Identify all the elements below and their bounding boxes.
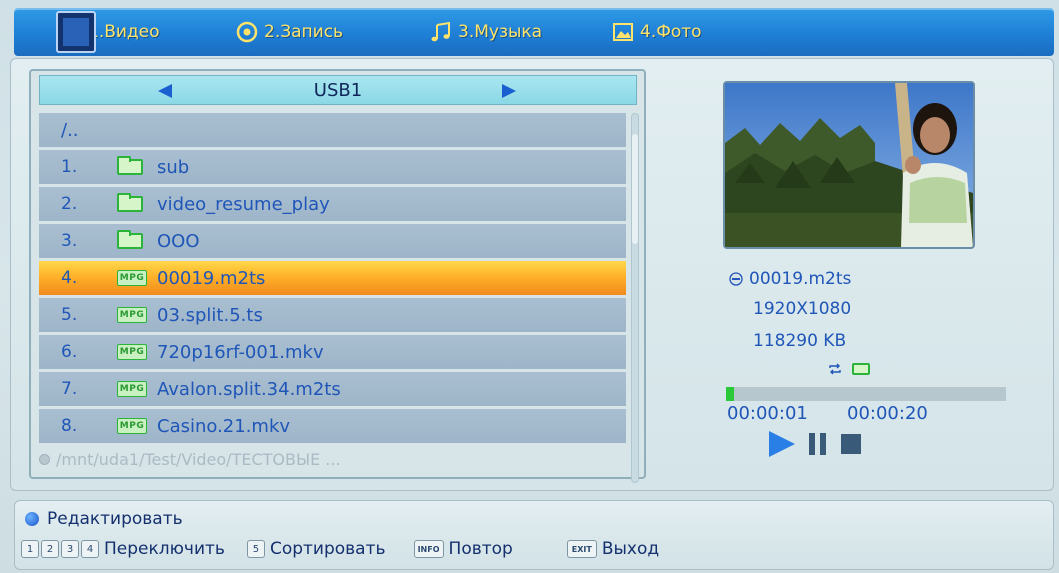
repeat-label: Повтор bbox=[448, 539, 513, 559]
tab-video[interactable]: 1.Видео bbox=[56, 8, 160, 56]
file-name: video_resume_play bbox=[157, 193, 330, 215]
device-name: USB1 bbox=[313, 79, 363, 101]
preview-image bbox=[725, 83, 973, 247]
file-name: 03.split.5.ts bbox=[157, 304, 263, 326]
preview-filename-text: 00019.m2ts bbox=[749, 269, 852, 289]
tab-music-label: 3.Музыка bbox=[458, 22, 543, 42]
pause-button[interactable] bbox=[809, 433, 827, 455]
blue-key-icon bbox=[25, 512, 39, 526]
key-5: 5 bbox=[246, 540, 265, 558]
file-name: sub bbox=[157, 156, 190, 178]
video-preview-thumbnail bbox=[723, 81, 975, 249]
key-2: 2 bbox=[41, 540, 59, 558]
progress-fill bbox=[726, 387, 735, 401]
playback-progress-bar[interactable] bbox=[726, 387, 1006, 401]
file-row[interactable]: 3. OOO bbox=[39, 224, 626, 258]
parent-directory-row[interactable]: /.. bbox=[39, 113, 626, 147]
tab-music[interactable]: 3.Музыка bbox=[430, 8, 542, 56]
file-row[interactable]: 7. MPG Avalon.split.34.m2ts bbox=[39, 372, 626, 406]
record-icon bbox=[236, 21, 258, 43]
file-name: OOO bbox=[157, 230, 200, 252]
video-file-icon: MPG bbox=[117, 381, 147, 397]
row-number: 7. bbox=[61, 379, 78, 399]
exit-key: EXIT bbox=[566, 540, 597, 558]
sort-hint[interactable]: 5 Сортировать bbox=[246, 539, 386, 559]
playback-mode-icons bbox=[828, 363, 870, 375]
key-3: 3 bbox=[61, 540, 79, 558]
exit-hint[interactable]: EXIT Выход bbox=[566, 539, 660, 559]
next-device-button[interactable] bbox=[502, 84, 516, 98]
file-list-scrollbar[interactable] bbox=[631, 113, 639, 483]
repeat-icon bbox=[829, 363, 841, 375]
path-text: /mnt/uda1/Test/Video/ТЕСТОВЫЕ ... bbox=[56, 449, 341, 469]
file-row[interactable]: 6. MPG 720p16rf-001.mkv bbox=[39, 335, 626, 369]
row-number: 6. bbox=[61, 342, 78, 362]
path-bullet-icon bbox=[39, 453, 50, 465]
previous-device-button[interactable] bbox=[158, 84, 172, 98]
row-number: 8. bbox=[61, 416, 78, 436]
folder-icon bbox=[117, 156, 143, 175]
film-icon bbox=[56, 11, 96, 53]
key-1: 1 bbox=[21, 540, 39, 558]
video-file-icon: MPG bbox=[117, 307, 147, 323]
row-number: 5. bbox=[61, 305, 78, 325]
tab-record-label: 2.Запись bbox=[264, 22, 344, 42]
row-number: 1. bbox=[61, 157, 78, 177]
time-total: 00:00:20 bbox=[847, 403, 928, 424]
edit-label: Редактировать bbox=[47, 509, 183, 529]
stop-button[interactable] bbox=[841, 434, 861, 454]
row-number: 3. bbox=[61, 231, 78, 251]
parent-directory-label: /.. bbox=[61, 119, 79, 141]
sort-label: Сортировать bbox=[269, 539, 386, 559]
folder-icon bbox=[117, 193, 143, 212]
help-bar: Редактировать 1 2 3 4 Переключить 5 Сорт… bbox=[14, 500, 1054, 570]
preview-file-size: 118290 KB bbox=[753, 331, 847, 351]
file-name: Casino.21.mkv bbox=[157, 415, 291, 437]
photo-icon bbox=[613, 23, 633, 41]
preview-filename: 00019.m2ts bbox=[729, 269, 851, 289]
device-selector: USB1 bbox=[39, 75, 637, 105]
media-tab-bar: 1.Видео 2.Запись 3.Музыка 4.Фото bbox=[14, 8, 1054, 56]
file-name: 720p16rf-001.mkv bbox=[157, 341, 324, 363]
scrollbar-thumb[interactable] bbox=[632, 134, 638, 244]
tab-record[interactable]: 2.Запись bbox=[236, 8, 343, 56]
play-button[interactable] bbox=[769, 431, 795, 457]
file-row-selected[interactable]: 4. MPG 00019.m2ts bbox=[39, 261, 626, 295]
switch-label: Переключить bbox=[104, 539, 225, 559]
tab-photo-label: 4.Фото bbox=[640, 22, 702, 42]
row-number: 4. bbox=[61, 268, 78, 288]
tab-photo[interactable]: 4.Фото bbox=[612, 8, 702, 56]
current-path: /mnt/uda1/Test/Video/ТЕСТОВЫЕ ... bbox=[39, 447, 341, 471]
playback-controls bbox=[769, 431, 861, 457]
time-current: 00:00:01 bbox=[727, 403, 808, 424]
file-name: 00019.m2ts bbox=[157, 267, 266, 289]
key-4: 4 bbox=[81, 540, 99, 558]
video-file-icon: MPG bbox=[117, 344, 147, 360]
file-list: /.. 1. sub 2. video_resume_play 3. OOO 4… bbox=[39, 113, 626, 446]
file-browser: USB1 /.. 1. sub 2. video_resume_play 3. … bbox=[29, 69, 646, 483]
video-file-icon: MPG bbox=[117, 270, 147, 286]
tab-video-label: 1.Видео bbox=[88, 22, 160, 42]
folder-icon bbox=[852, 363, 870, 375]
main-panel: USB1 /.. 1. sub 2. video_resume_play 3. … bbox=[10, 58, 1054, 491]
switch-hint[interactable]: 1 2 3 4 Переключить bbox=[21, 539, 225, 559]
file-row[interactable]: 8. MPG Casino.21.mkv bbox=[39, 409, 626, 443]
row-number: 2. bbox=[61, 194, 78, 214]
info-key: INFO bbox=[413, 540, 444, 558]
file-row[interactable]: 1. sub bbox=[39, 150, 626, 184]
preview-resolution: 1920X1080 bbox=[753, 299, 852, 319]
edit-hint[interactable]: Редактировать bbox=[25, 509, 183, 529]
disc-icon bbox=[729, 272, 743, 286]
file-row[interactable]: 2. video_resume_play bbox=[39, 187, 626, 221]
video-file-icon: MPG bbox=[117, 418, 147, 434]
file-name: Avalon.split.34.m2ts bbox=[157, 378, 341, 400]
exit-label: Выход bbox=[601, 539, 660, 559]
key-hints: 1 2 3 4 Переключить 5 Сортировать INFO П… bbox=[21, 539, 681, 559]
repeat-hint[interactable]: INFO Повтор bbox=[413, 539, 513, 559]
music-note-icon bbox=[431, 21, 450, 42]
file-row[interactable]: 5. MPG 03.split.5.ts bbox=[39, 298, 626, 332]
folder-icon bbox=[117, 230, 143, 249]
